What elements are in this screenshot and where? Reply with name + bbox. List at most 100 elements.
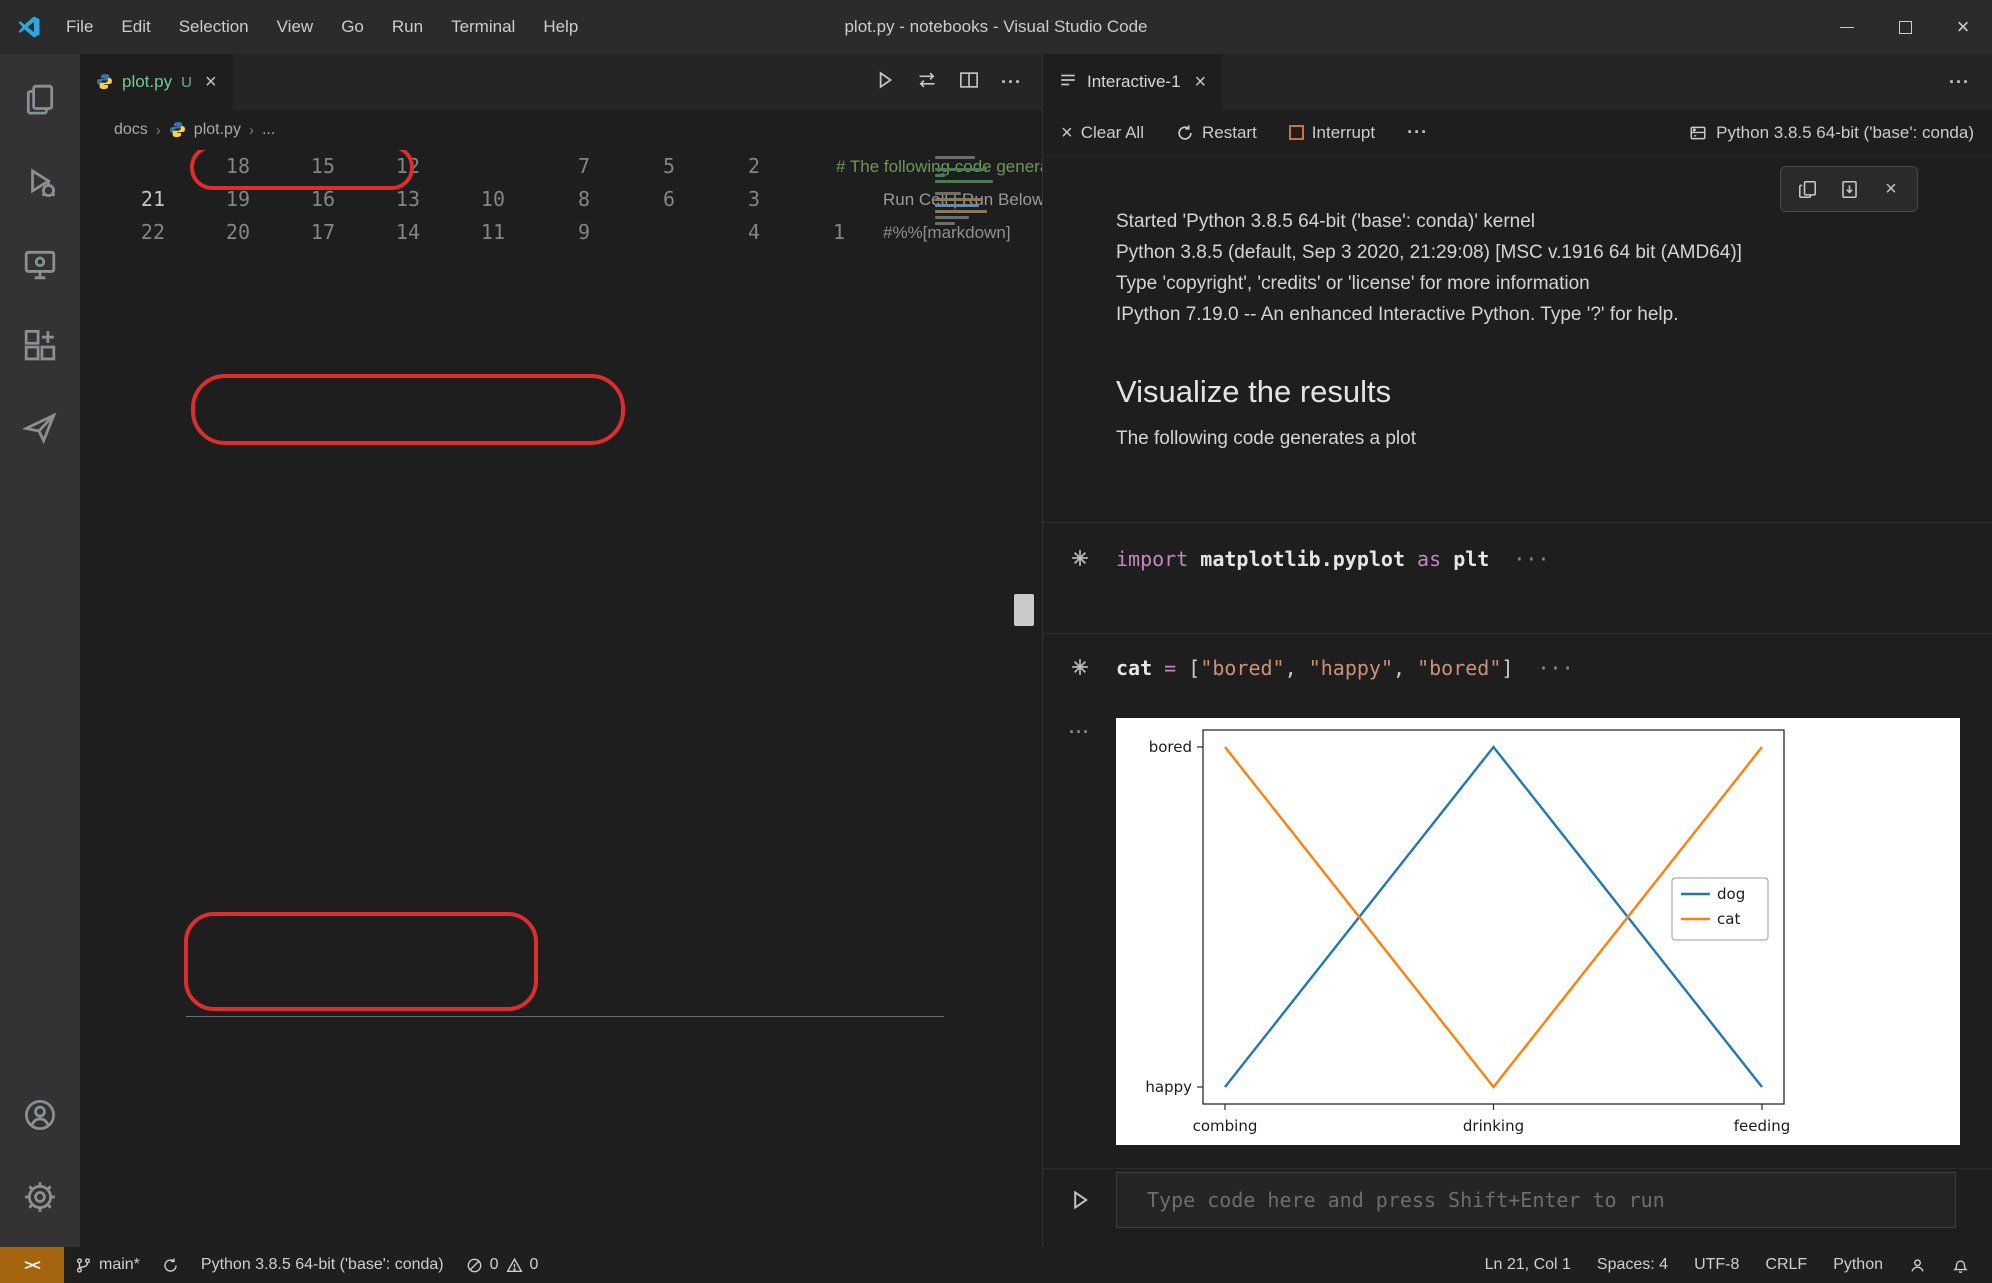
more-actions-icon[interactable]: ··· (1001, 72, 1022, 93)
sync-icon[interactable] (151, 1247, 190, 1283)
accounts-icon[interactable] (0, 1083, 80, 1147)
panel-more-icon[interactable]: ··· (1949, 54, 1992, 110)
breadcrumb-file[interactable]: plot.py (194, 121, 241, 139)
menu-help[interactable]: Help (529, 0, 592, 54)
python-interpreter-item[interactable]: Python 3.8.5 64-bit ('base': conda) (190, 1247, 455, 1283)
plot-output-cell: ··· combingdrinkingfeedinghappyboreddogc… (1043, 718, 1992, 1145)
line-number: 16 (250, 183, 335, 216)
svg-text:dog: dog (1717, 885, 1745, 903)
notifications-bell-icon[interactable] (1939, 1257, 1982, 1274)
feedback-icon[interactable] (1896, 1257, 1939, 1274)
indentation[interactable]: Spaces: 4 (1584, 1256, 1681, 1274)
menu-selection[interactable]: Selection (165, 0, 263, 54)
cell-code[interactable]: cat = ["bored", "happy", "bored"] ··· (1116, 654, 1574, 682)
kernel-selector[interactable]: Python 3.8.5 64-bit ('base': conda) (1689, 123, 1974, 143)
restart-button[interactable]: Restart (1176, 123, 1257, 143)
svg-text:cat: cat (1717, 910, 1740, 928)
code-line: 161310863 Run Cell | Run Below# ## Visua… (250, 183, 1042, 216)
cursor-position[interactable]: Ln 21, Col 1 (1472, 1256, 1584, 1274)
clear-icon: × (1061, 123, 1073, 143)
toolbar-more-icon[interactable]: ··· (1407, 122, 1428, 143)
paper-plane-icon[interactable] (0, 396, 80, 460)
line-number: 5 (590, 150, 675, 183)
svg-text:feeding: feeding (1734, 1117, 1790, 1135)
code-line: 20171411941#%%[markdown]#Run Cell | Run … (165, 216, 1042, 249)
run-file-icon[interactable] (875, 70, 895, 95)
code-line: 2 (675, 150, 798, 183)
minimap[interactable] (935, 156, 1009, 228)
copy-icon[interactable] (1789, 171, 1825, 207)
cell-more-icon[interactable]: ··· (1043, 718, 1116, 1145)
extensions-icon[interactable] (0, 314, 80, 378)
cell-boundary-line (186, 1016, 944, 1017)
export-icon[interactable] (1831, 171, 1867, 207)
scrollbar-thumb[interactable] (1014, 594, 1034, 626)
goto-cell-icon[interactable] (1043, 545, 1116, 573)
explorer-icon[interactable] (0, 68, 80, 132)
problems-item[interactable]: 0 0 (455, 1247, 550, 1283)
remote-indicator[interactable]: >< (0, 1247, 64, 1283)
line-number: 3 (675, 183, 760, 216)
annotation-circle-cell-1 (191, 374, 625, 445)
line-number (760, 183, 845, 216)
title-bar: File Edit Selection View Go Run Terminal… (0, 0, 1992, 54)
menu-file[interactable]: File (52, 0, 107, 54)
interrupt-button[interactable]: Interrupt (1289, 123, 1375, 143)
kernel-message: Type 'copyright', 'credits' or 'license'… (1116, 268, 1992, 299)
chevron-right-icon: › (249, 122, 254, 139)
eol-sequence[interactable]: CRLF (1752, 1256, 1820, 1274)
menu-view[interactable]: View (263, 0, 328, 54)
code-line: 181512752 # The following code generates… (165, 150, 1042, 183)
codelens-actions[interactable]: 181512752 # The following code generates… (80, 150, 1042, 183)
line-number: 10 (420, 183, 505, 216)
run-debug-icon[interactable] (0, 150, 80, 214)
interactive-toolbar: × Clear All Restart Interrupt ··· Python… (1043, 110, 1992, 156)
line-number: 15 (250, 150, 335, 183)
menu-terminal[interactable]: Terminal (437, 0, 529, 54)
interactive-window-icon (1059, 71, 1077, 94)
menu-go[interactable]: Go (327, 0, 378, 54)
language-mode[interactable]: Python (1820, 1256, 1896, 1274)
chevron-right-icon: › (156, 122, 161, 139)
cell-code[interactable]: import matplotlib.pyplot as plt ··· (1116, 545, 1550, 573)
code-cell: import matplotlib.pyplot as plt ··· (1043, 522, 1992, 597)
run-input-icon[interactable] (1043, 1189, 1116, 1211)
remote-explorer-icon[interactable] (0, 232, 80, 296)
panel-tab-bar: Interactive-1 × ··· (1043, 54, 1992, 110)
interactive-window-panel: Interactive-1 × ··· × Clear All Restart … (1042, 54, 1992, 1247)
menu-bar: File Edit Selection View Go Run Terminal… (52, 0, 592, 54)
restart-icon (1176, 124, 1194, 142)
panel-tab-close-icon[interactable]: × (1195, 71, 1207, 94)
tab-plot-py[interactable]: plot.py U × (80, 54, 234, 110)
tab-close-icon[interactable]: × (205, 71, 217, 94)
svg-text:combing: combing (1193, 1117, 1258, 1135)
code-line: 1512752 # The following code generates a… (250, 150, 1042, 183)
tab-label: plot.py (122, 72, 172, 92)
encoding[interactable]: UTF-8 (1681, 1256, 1752, 1274)
line-number: 1 (760, 216, 845, 249)
breadcrumb-folder[interactable]: docs (114, 121, 148, 139)
python-file-icon (96, 73, 113, 92)
git-branch-item[interactable]: main* (64, 1247, 151, 1283)
line-number: 8 (505, 183, 590, 216)
line-number: 13 (335, 183, 420, 216)
repl-input[interactable]: Type code here and press Shift+Enter to … (1116, 1172, 1956, 1228)
python-file-icon (169, 121, 186, 140)
close-window-button[interactable]: × (1934, 0, 1992, 54)
tab-interactive-1[interactable]: Interactive-1 × (1043, 54, 1222, 110)
settings-gear-icon[interactable] (0, 1165, 80, 1229)
line-number: 7 (505, 150, 590, 183)
menu-run[interactable]: Run (378, 0, 437, 54)
goto-cell-icon[interactable] (1043, 654, 1116, 682)
plot-output: combingdrinkingfeedinghappyboreddogcat (1116, 718, 1960, 1145)
open-changes-icon[interactable] (917, 70, 937, 95)
breadcrumb-symbol[interactable]: ... (262, 121, 275, 139)
maximize-button[interactable] (1876, 0, 1934, 54)
split-editor-icon[interactable] (959, 70, 979, 95)
panel-tab-label: Interactive-1 (1087, 72, 1181, 92)
close-icon[interactable]: × (1873, 171, 1909, 207)
menu-edit[interactable]: Edit (107, 0, 164, 54)
breadcrumb: docs › plot.py › ... (80, 110, 1042, 150)
clear-all-button[interactable]: × Clear All (1061, 123, 1144, 143)
minimize-button[interactable] (1818, 0, 1876, 54)
